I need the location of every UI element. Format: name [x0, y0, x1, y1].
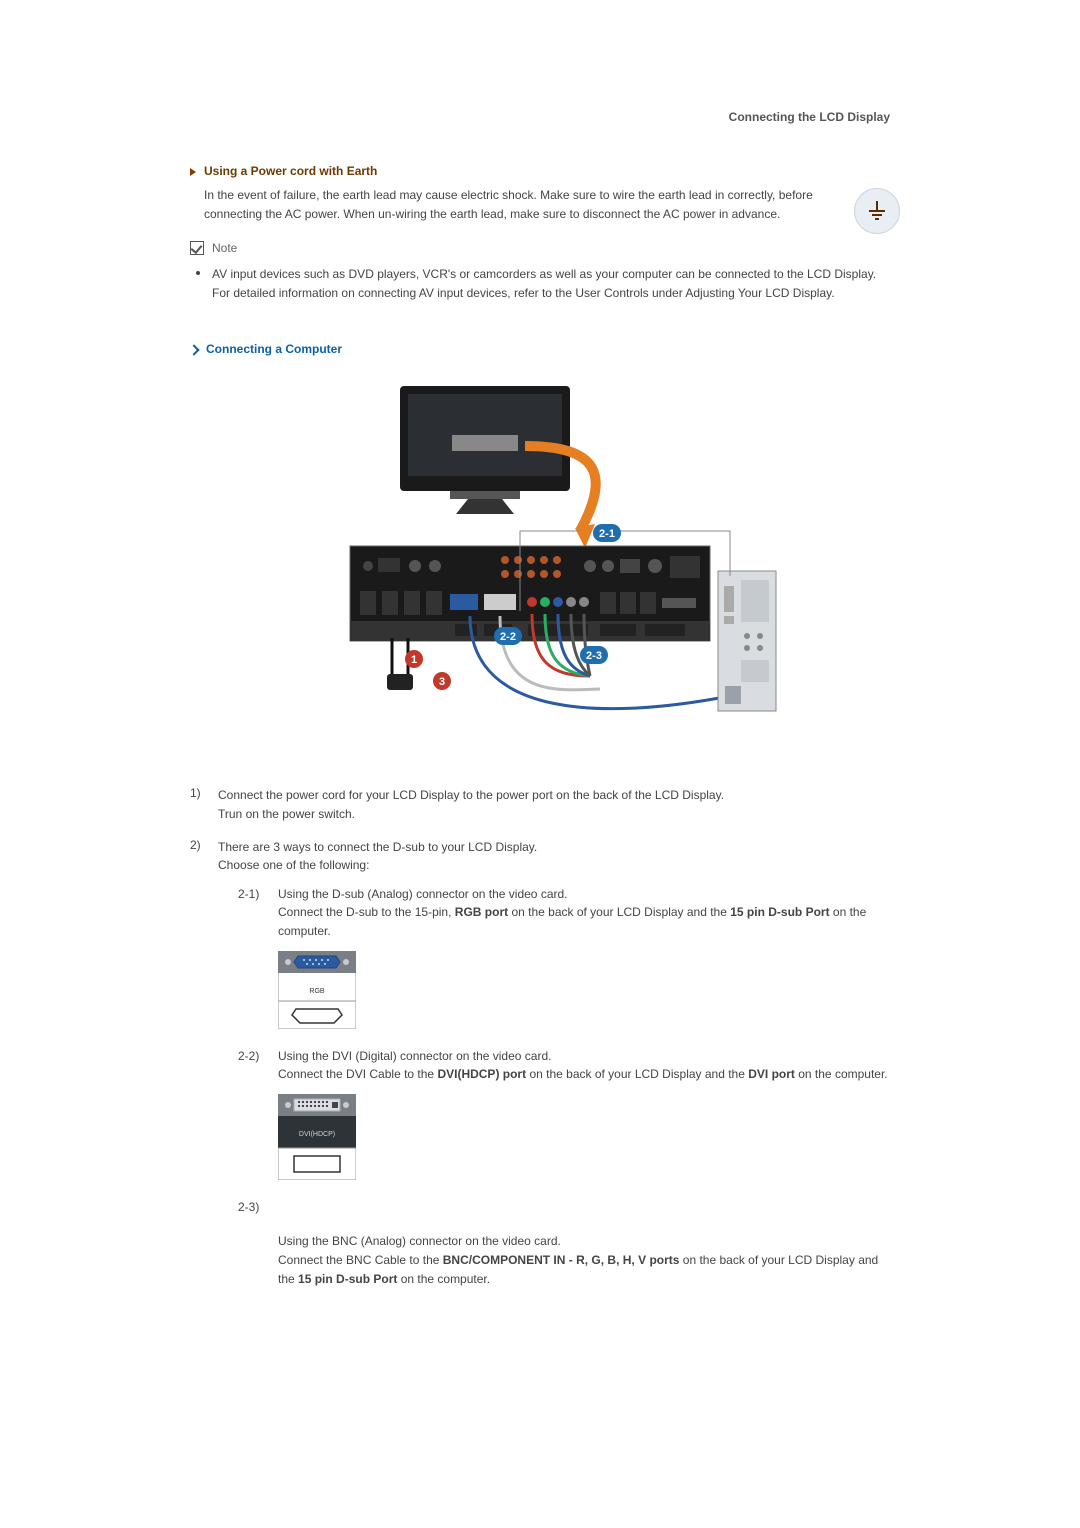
step-2-3-empty [278, 1198, 890, 1217]
svg-text:RGB: RGB [309, 988, 325, 995]
section-row-earth: Using a Power cord with Earth [190, 164, 890, 178]
step-2-2-line2a: Connect the DVI Cable to the [278, 1067, 437, 1081]
step-2-1-body: Using the D-sub (Analog) connector on th… [278, 885, 890, 1037]
connection-diagram: 2-1 2-2 2-3 1 3 [300, 376, 780, 756]
callout-2-1: 2-1 [593, 524, 621, 542]
step-2-1-num: 2-1) [238, 885, 278, 1037]
note-bullet-row: AV input devices such as DVD players, VC… [196, 265, 890, 302]
section-row-connect: Connecting a Computer [190, 342, 890, 356]
step-2-2-num: 2-2) [238, 1047, 278, 1188]
dvi-port-figure: DVI(HDCP) [278, 1094, 356, 1180]
step-1-line2: Trun on the power switch. [218, 807, 355, 821]
step-2-1-line1: Using the D-sub (Analog) connector on th… [278, 887, 568, 901]
step-2-3-bold2: 15 pin D-sub Port [298, 1272, 397, 1286]
step-2: 2) There are 3 ways to connect the D-sub… [190, 838, 890, 1289]
step-2-line1: There are 3 ways to connect the D-sub to… [218, 840, 537, 854]
callout-2-3: 2-3 [580, 646, 608, 664]
step-2-1: 2-1) Using the D-sub (Analog) connector … [238, 885, 890, 1037]
step-2-1-line2b: on the back of your LCD Display and the [508, 905, 730, 919]
step-2-3-line2a: Connect the BNC Cable to the [278, 1253, 443, 1267]
step-1-line1: Connect the power cord for your LCD Disp… [218, 788, 724, 802]
svg-text:3: 3 [439, 676, 445, 688]
rgb-port-figure: RGB [278, 951, 356, 1029]
step-2-3-line1: Using the BNC (Analog) connector on the … [278, 1234, 561, 1248]
note-bullet-text: AV input devices such as DVD players, VC… [212, 265, 890, 302]
step-2-2-line2c: on the computer. [795, 1067, 888, 1081]
step-2-3-bold1: BNC/COMPONENT IN - R, G, B, H, V ports [443, 1253, 680, 1267]
step-2-3-body: Using the BNC (Analog) connector on the … [278, 1232, 890, 1288]
step-2-2-line2b: on the back of your LCD Display and the [526, 1067, 748, 1081]
step-2-1-line2a: Connect the D-sub to the 15-pin, [278, 905, 455, 919]
section-title-connect: Connecting a Computer [206, 342, 342, 356]
step-1: 1) Connect the power cord for your LCD D… [190, 786, 890, 823]
step-2-1-bold2: 15 pin D-sub Port [730, 905, 829, 919]
step-1-num: 1) [190, 786, 218, 823]
step-2-1-bold1: RGB port [455, 905, 508, 919]
step-2-num: 2) [190, 838, 218, 1289]
step-2-3-line2c: on the computer. [397, 1272, 490, 1286]
section-body-earth: In the event of failure, the earth lead … [204, 186, 820, 223]
step-1-body: Connect the power cord for your LCD Disp… [218, 786, 890, 823]
step-2-2-bold2: DVI port [748, 1067, 795, 1081]
ground-symbol-icon [865, 199, 889, 223]
document-page: Connecting the LCD Display Using a Power… [190, 110, 890, 1288]
note-row: Note [190, 241, 890, 255]
step-2-body: There are 3 ways to connect the D-sub to… [218, 838, 890, 1289]
step-2-2-bold1: DVI(HDCP) port [437, 1067, 526, 1081]
step-2-line2: Choose one of the following: [218, 858, 369, 872]
step-2-3-num: 2-3) [238, 1198, 278, 1217]
section-title-earth: Using a Power cord with Earth [204, 164, 377, 178]
callout-1: 1 [405, 650, 423, 668]
callout-2-2: 2-2 [494, 627, 522, 645]
step-2-2: 2-2) Using the DVI (Digital) connector o… [238, 1047, 890, 1188]
bullet-dot-icon [196, 271, 200, 275]
step-2-2-body: Using the DVI (Digital) connector on the… [278, 1047, 890, 1188]
earth-ground-icon [854, 188, 900, 234]
arrow-right-icon [190, 168, 196, 176]
checkbox-icon [190, 241, 204, 255]
note-label: Note [212, 241, 237, 255]
svg-text:1: 1 [411, 654, 417, 666]
svg-text:2-1: 2-1 [599, 528, 615, 540]
svg-text:2-3: 2-3 [586, 650, 602, 662]
chevron-right-icon [188, 345, 199, 356]
step-2-3-numrow: 2-3) [238, 1198, 890, 1217]
callout-3: 3 [433, 672, 451, 690]
svg-text:DVI(HDCP): DVI(HDCP) [299, 1131, 335, 1138]
page-header-title: Connecting the LCD Display [190, 110, 890, 124]
svg-text:2-2: 2-2 [500, 631, 516, 643]
step-2-2-line1: Using the DVI (Digital) connector on the… [278, 1049, 551, 1063]
